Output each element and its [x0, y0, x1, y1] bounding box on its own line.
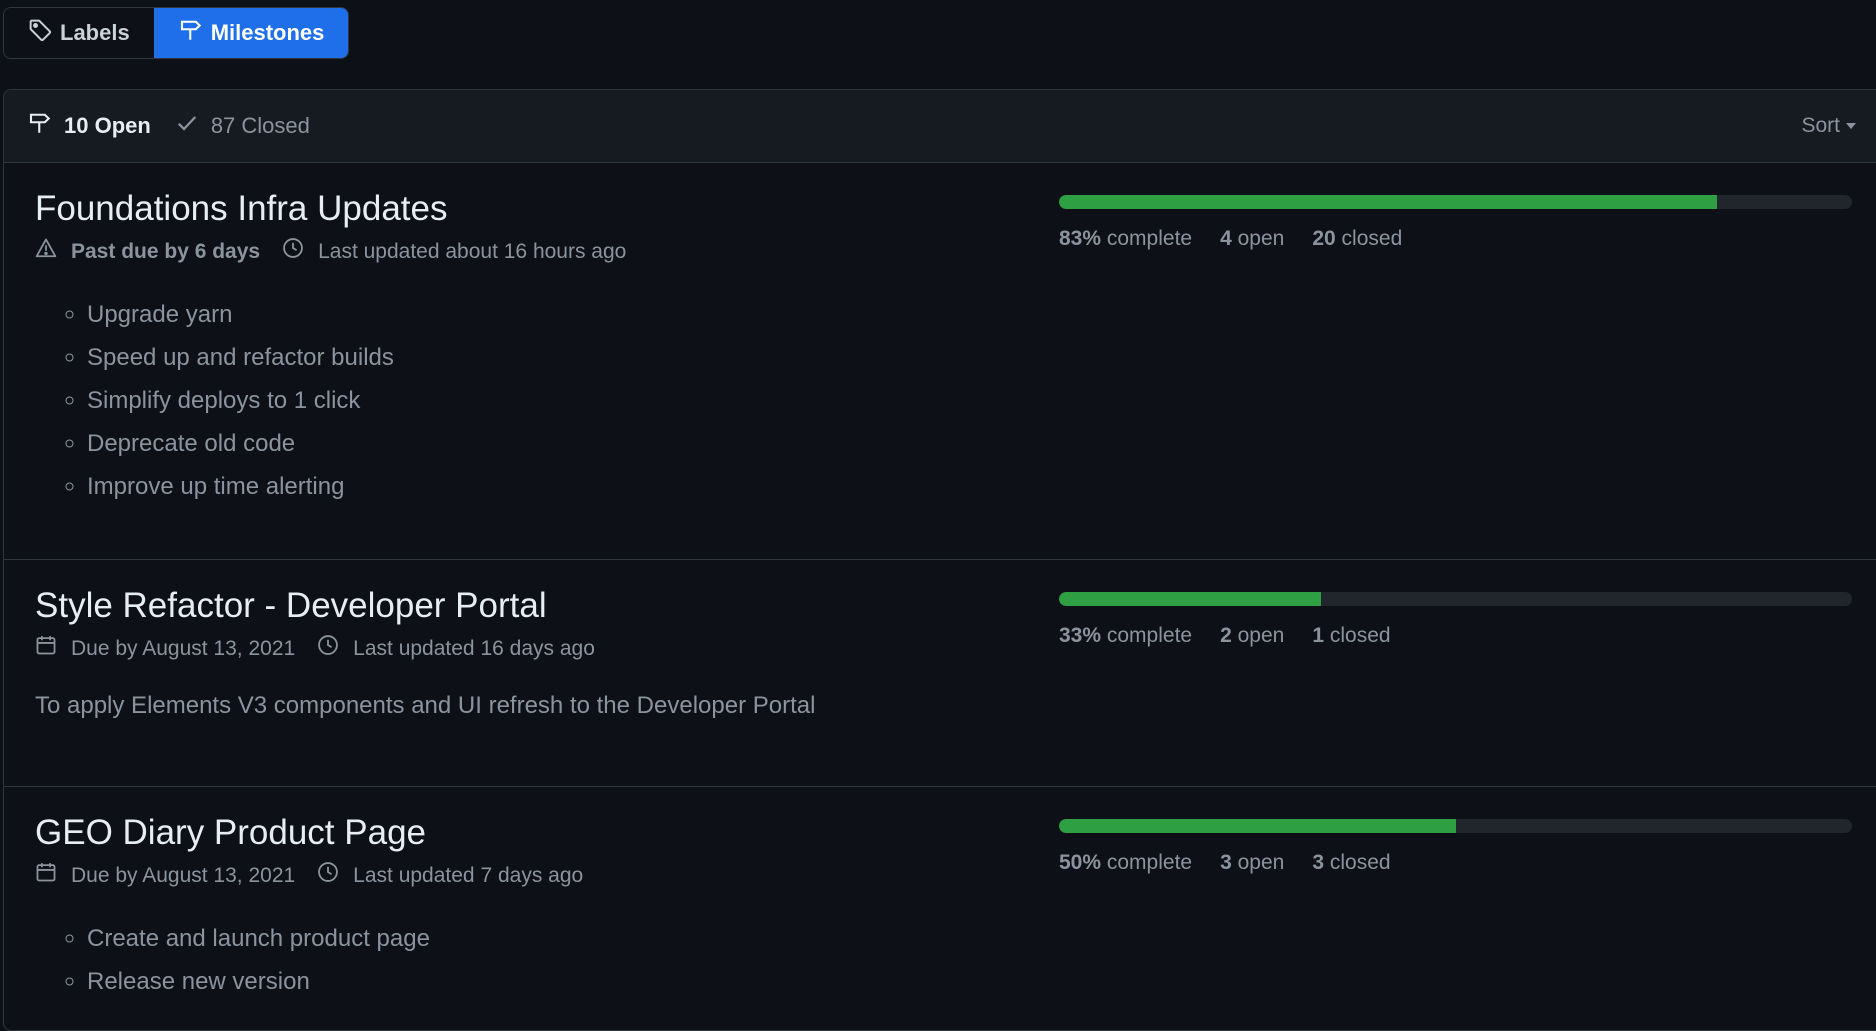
description-item: Simplify deploys to 1 click: [87, 379, 1035, 422]
description-item: Create and launch product page: [87, 917, 1035, 960]
milestone-description: Create and launch product page Release n…: [35, 917, 1035, 1003]
open-issues-link[interactable]: 4 open: [1220, 227, 1284, 251]
labels-tab-label: Labels: [60, 20, 130, 45]
due-text: Past due by 6 days: [71, 240, 261, 263]
updated-text: Last updated 7 days ago: [353, 864, 584, 887]
milestones-header: 10 Open 87 Closed Sort: [4, 90, 1876, 163]
milestone-progress: 50% complete 3 open 3 closed: [1059, 819, 1852, 875]
milestone-title[interactable]: Foundations Infra Updates: [35, 163, 1035, 231]
calendar-icon: [35, 634, 71, 664]
milestone-description: Upgrade yarn Speed up and refactor build…: [35, 293, 1035, 508]
updated-text: Last updated 16 days ago: [353, 637, 595, 660]
due-date-info: Due by August 13, 2021: [35, 861, 295, 891]
milestone-item: GEO Diary Product Page Due by August 13,…: [4, 787, 1876, 1030]
tag-icon: [28, 18, 52, 48]
progress-bar: [1059, 819, 1852, 833]
milestone-progress: 33% complete 2 open 1 closed: [1059, 592, 1852, 648]
description-text: To apply Elements V3 components and UI r…: [35, 692, 816, 719]
milestones-tab[interactable]: Milestones: [153, 8, 349, 58]
progress-bar: [1059, 592, 1852, 606]
milestone-icon: [28, 111, 52, 141]
milestones-tab-label: Milestones: [210, 20, 325, 45]
description-item: Upgrade yarn: [87, 293, 1035, 336]
description-item: Speed up and refactor builds: [87, 336, 1035, 379]
milestone-stats: 50% complete 3 open 3 closed: [1059, 851, 1852, 875]
open-issues-link[interactable]: 2 open: [1220, 624, 1284, 648]
progress-bar-fill: [1059, 592, 1321, 606]
progress-bar: [1059, 195, 1852, 209]
milestone-stats: 33% complete 2 open 1 closed: [1059, 624, 1852, 648]
progress-bar-fill: [1059, 195, 1718, 209]
calendar-icon: [35, 861, 71, 891]
closed-count: 87 Closed: [210, 113, 310, 138]
milestone-item: Style Refactor - Developer Portal Due by…: [4, 560, 1876, 787]
percent-complete: 83% complete: [1059, 227, 1193, 250]
alert-icon: [35, 237, 71, 267]
milestone-stats: 83% complete 4 open 20 closed: [1059, 227, 1852, 251]
past-due-info: Past due by 6 days: [35, 237, 260, 267]
closed-issues-link[interactable]: 3 closed: [1312, 851, 1390, 875]
milestones-box: 10 Open 87 Closed Sort Foundations Infra…: [3, 89, 1876, 1031]
sort-label: Sort: [1801, 114, 1840, 137]
check-icon: [175, 111, 199, 141]
description-item: Release new version: [87, 960, 1035, 1003]
milestone-title[interactable]: Style Refactor - Developer Portal: [35, 560, 1035, 628]
open-count: 10 Open: [64, 113, 151, 138]
percent-complete: 33% complete: [1059, 624, 1193, 647]
open-issues-link[interactable]: 3 open: [1220, 851, 1284, 875]
milestone-item: Foundations Infra Updates Past due by 6 …: [4, 163, 1876, 560]
milestone-progress: 83% complete 4 open 20 closed: [1059, 195, 1852, 251]
sort-dropdown[interactable]: Sort: [1801, 90, 1856, 162]
labels-tab[interactable]: Labels: [4, 8, 154, 58]
open-milestones-link[interactable]: 10 Open: [28, 111, 151, 141]
caret-down-icon: [1846, 123, 1856, 129]
due-text: Due by August 13, 2021: [71, 864, 296, 887]
progress-bar-fill: [1059, 819, 1456, 833]
milestone-meta: Past due by 6 days Last updated about 16…: [35, 237, 1035, 267]
percent-complete: 50% complete: [1059, 851, 1193, 874]
closed-issues-link[interactable]: 1 closed: [1312, 624, 1390, 648]
description-item: Deprecate old code: [87, 422, 1035, 465]
milestone-title[interactable]: GEO Diary Product Page: [35, 787, 1035, 855]
updated-info: Last updated 7 days ago: [317, 861, 583, 891]
closed-milestones-link[interactable]: 87 Closed: [175, 111, 310, 141]
clock-icon: [317, 861, 353, 891]
due-text: Due by August 13, 2021: [71, 637, 296, 660]
subnav: Labels Milestones: [3, 7, 350, 59]
milestone-icon: [179, 18, 203, 48]
milestone-meta: Due by August 13, 2021 Last updated 7 da…: [35, 861, 1035, 891]
milestone-description: To apply Elements V3 components and UI r…: [35, 690, 1035, 722]
updated-text: Last updated about 16 hours ago: [318, 240, 627, 263]
description-item: Improve up time alerting: [87, 465, 1035, 508]
clock-icon: [282, 237, 318, 267]
due-date-info: Due by August 13, 2021: [35, 634, 295, 664]
clock-icon: [317, 634, 353, 664]
updated-info: Last updated about 16 hours ago: [282, 237, 626, 267]
milestone-meta: Due by August 13, 2021 Last updated 16 d…: [35, 634, 1035, 664]
updated-info: Last updated 16 days ago: [317, 634, 595, 664]
closed-issues-link[interactable]: 20 closed: [1312, 227, 1402, 251]
